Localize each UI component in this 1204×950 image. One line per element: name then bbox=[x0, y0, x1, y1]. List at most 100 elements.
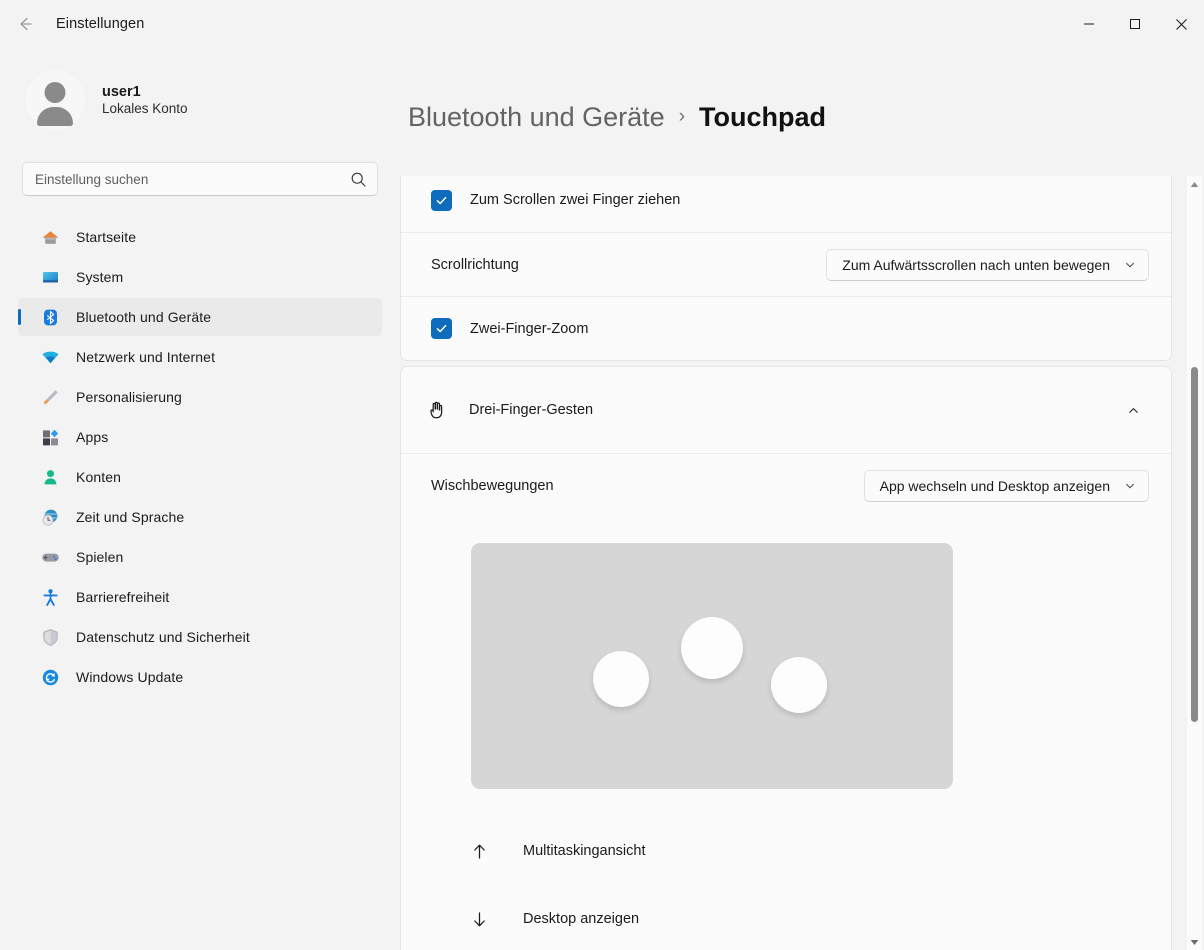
search-icon bbox=[351, 172, 366, 187]
sidebar-item-label: Datenschutz und Sicherheit bbox=[76, 629, 250, 645]
wifi-icon bbox=[40, 347, 60, 367]
swipes-label: Wischbewegungen bbox=[431, 477, 554, 494]
breadcrumb: Bluetooth und Geräte › Touchpad bbox=[400, 48, 1204, 176]
sidebar-item-label: System bbox=[76, 269, 124, 285]
breadcrumb-parent[interactable]: Bluetooth und Geräte bbox=[408, 102, 665, 133]
update-icon bbox=[40, 667, 60, 687]
avatar-shoulders bbox=[37, 107, 73, 126]
sidebar-item-label: Windows Update bbox=[76, 669, 184, 685]
sidebar-item-apps[interactable]: Apps bbox=[18, 418, 382, 456]
arrow-up-icon bbox=[469, 842, 489, 861]
settings-scroll-area: Zum Scrollen zwei Finger ziehen Scrollri… bbox=[400, 176, 1204, 950]
pinch-zoom-label[interactable]: Zwei-Finger-Zoom bbox=[470, 321, 588, 337]
window-controls bbox=[1066, 0, 1204, 48]
title-bar: Einstellungen bbox=[0, 0, 1204, 48]
sidebar-item-label: Spielen bbox=[76, 549, 124, 565]
scroll-direction-dropdown[interactable]: Zum Aufwärtsscrollen nach unten bewegen bbox=[826, 248, 1149, 281]
window-body: user1 Lokales Konto Einstellung suchen S… bbox=[0, 48, 1204, 950]
sidebar-item-label: Konten bbox=[76, 469, 121, 485]
finger-left-circle bbox=[593, 651, 649, 707]
two-finger-scroll-label[interactable]: Zum Scrollen zwei Finger ziehen bbox=[470, 192, 680, 208]
scroll-direction-label: Scrollrichtung bbox=[431, 256, 519, 273]
shield-icon bbox=[40, 627, 60, 647]
scrollbar-up-button[interactable] bbox=[1187, 176, 1202, 192]
minimize-button[interactable] bbox=[1066, 0, 1112, 48]
account-type: Lokales Konto bbox=[102, 101, 188, 116]
swipes-value: App wechseln und Desktop anzeigen bbox=[879, 477, 1110, 494]
scrollbar-track[interactable] bbox=[1187, 192, 1202, 934]
two-finger-scroll-checkbox[interactable] bbox=[431, 189, 452, 211]
gesture-label: Multitaskingansicht bbox=[523, 843, 646, 859]
app-title: Einstellungen bbox=[56, 16, 145, 32]
swipes-dropdown[interactable]: App wechseln und Desktop anzeigen bbox=[863, 469, 1149, 502]
finger-middle-circle bbox=[681, 617, 743, 679]
sidebar-item-label: Startseite bbox=[76, 229, 137, 245]
accessibility-icon bbox=[40, 587, 60, 607]
back-button[interactable] bbox=[6, 8, 44, 40]
three-finger-section-header[interactable]: Drei-Finger-Gesten bbox=[401, 367, 1171, 453]
scrollbar-thumb[interactable] bbox=[1191, 367, 1198, 722]
search-input[interactable] bbox=[35, 171, 350, 187]
sidebar-item-konten[interactable]: Konten bbox=[18, 458, 382, 496]
row-swipes: Wischbewegungen App wechseln und Desktop… bbox=[401, 453, 1171, 517]
chevron-down-icon bbox=[1126, 483, 1134, 488]
chevron-up-icon bbox=[1128, 407, 1138, 413]
sidebar: user1 Lokales Konto Einstellung suchen S… bbox=[0, 48, 400, 950]
scroll-up-arrow-icon bbox=[1190, 181, 1199, 187]
row-two-finger-scroll[interactable]: Zum Scrollen zwei Finger ziehen bbox=[401, 176, 1171, 232]
account-card[interactable]: user1 Lokales Konto bbox=[18, 48, 382, 140]
settings-cards: Zum Scrollen zwei Finger ziehen Scrollri… bbox=[400, 176, 1172, 950]
checkmark-icon bbox=[436, 324, 447, 333]
maximize-button[interactable] bbox=[1112, 0, 1158, 48]
sidebar-item-personalisierung[interactable]: Personalisierung bbox=[18, 378, 382, 416]
pinch-zoom-checkbox[interactable] bbox=[431, 318, 452, 339]
sidebar-item-bluetooth-und-geraete[interactable]: Bluetooth und Geräte bbox=[18, 298, 382, 336]
home-icon bbox=[40, 227, 60, 247]
scrollbar-down-button[interactable] bbox=[1187, 934, 1202, 950]
system-icon bbox=[40, 267, 60, 287]
accounts-icon bbox=[40, 467, 60, 487]
scroll-down-arrow-icon bbox=[1190, 939, 1199, 945]
three-finger-collapse-button[interactable] bbox=[1117, 394, 1149, 426]
sidebar-item-zeit-und-sprache[interactable]: Zeit und Sprache bbox=[18, 498, 382, 536]
minimize-icon bbox=[1084, 23, 1094, 25]
sidebar-item-system[interactable]: System bbox=[18, 258, 382, 296]
gamepad-icon bbox=[40, 547, 60, 567]
scroll-settings-card: Zum Scrollen zwei Finger ziehen Scrollri… bbox=[400, 176, 1172, 361]
sidebar-item-startseite[interactable]: Startseite bbox=[18, 218, 382, 256]
paintbrush-icon bbox=[40, 387, 60, 407]
hand-three-finger-icon bbox=[423, 398, 451, 422]
settings-window: Einstellungen user1 Lokales Konto Einste… bbox=[0, 0, 1204, 950]
row-scroll-direction: Scrollrichtung Zum Aufwärtsscrollen nach… bbox=[401, 232, 1171, 296]
sidebar-item-label: Zeit und Sprache bbox=[76, 509, 185, 525]
sidebar-item-datenschutz-und-sicherheit[interactable]: Datenschutz und Sicherheit bbox=[18, 618, 382, 656]
row-pinch-zoom[interactable]: Zwei-Finger-Zoom bbox=[401, 296, 1171, 360]
sidebar-item-barrierefreiheit[interactable]: Barrierefreiheit bbox=[18, 578, 382, 616]
sidebar-item-label: Personalisierung bbox=[76, 389, 182, 405]
content-scrollbar[interactable] bbox=[1187, 176, 1202, 950]
sidebar-item-label: Barrierefreiheit bbox=[76, 589, 170, 605]
three-finger-section-title: Drei-Finger-Gesten bbox=[469, 402, 594, 418]
touchpad-three-finger-illustration bbox=[471, 543, 953, 789]
sidebar-item-label: Apps bbox=[76, 429, 109, 445]
sidebar-nav: Startseite System Bluetooth und Geräte N… bbox=[18, 218, 382, 696]
avatar-head bbox=[44, 82, 66, 103]
arrow-down-icon bbox=[469, 910, 489, 929]
account-name: user1 bbox=[102, 84, 141, 100]
gesture-label: Desktop anzeigen bbox=[523, 911, 640, 927]
chevron-down-icon bbox=[1126, 262, 1134, 267]
sidebar-item-spielen[interactable]: Spielen bbox=[18, 538, 382, 576]
page-title: Touchpad bbox=[699, 101, 826, 132]
sidebar-item-netzwerk-und-internet[interactable]: Netzwerk und Internet bbox=[18, 338, 382, 376]
sidebar-item-label: Bluetooth und Geräte bbox=[76, 309, 212, 325]
sidebar-item-windows-update[interactable]: Windows Update bbox=[18, 658, 382, 696]
back-arrow-icon bbox=[20, 17, 32, 31]
three-finger-gestures-card: Drei-Finger-Gesten Wischbewegungen App w… bbox=[400, 366, 1172, 950]
scroll-direction-value: Zum Aufwärtsscrollen nach unten bewegen bbox=[842, 256, 1110, 273]
search-box[interactable] bbox=[22, 162, 378, 196]
avatar bbox=[24, 69, 86, 131]
gesture-item-multitasking[interactable]: Multitaskingansicht bbox=[401, 817, 1171, 885]
close-icon bbox=[1175, 18, 1187, 30]
close-button[interactable] bbox=[1158, 0, 1204, 48]
gesture-item-show-desktop[interactable]: Desktop anzeigen bbox=[401, 885, 1171, 950]
